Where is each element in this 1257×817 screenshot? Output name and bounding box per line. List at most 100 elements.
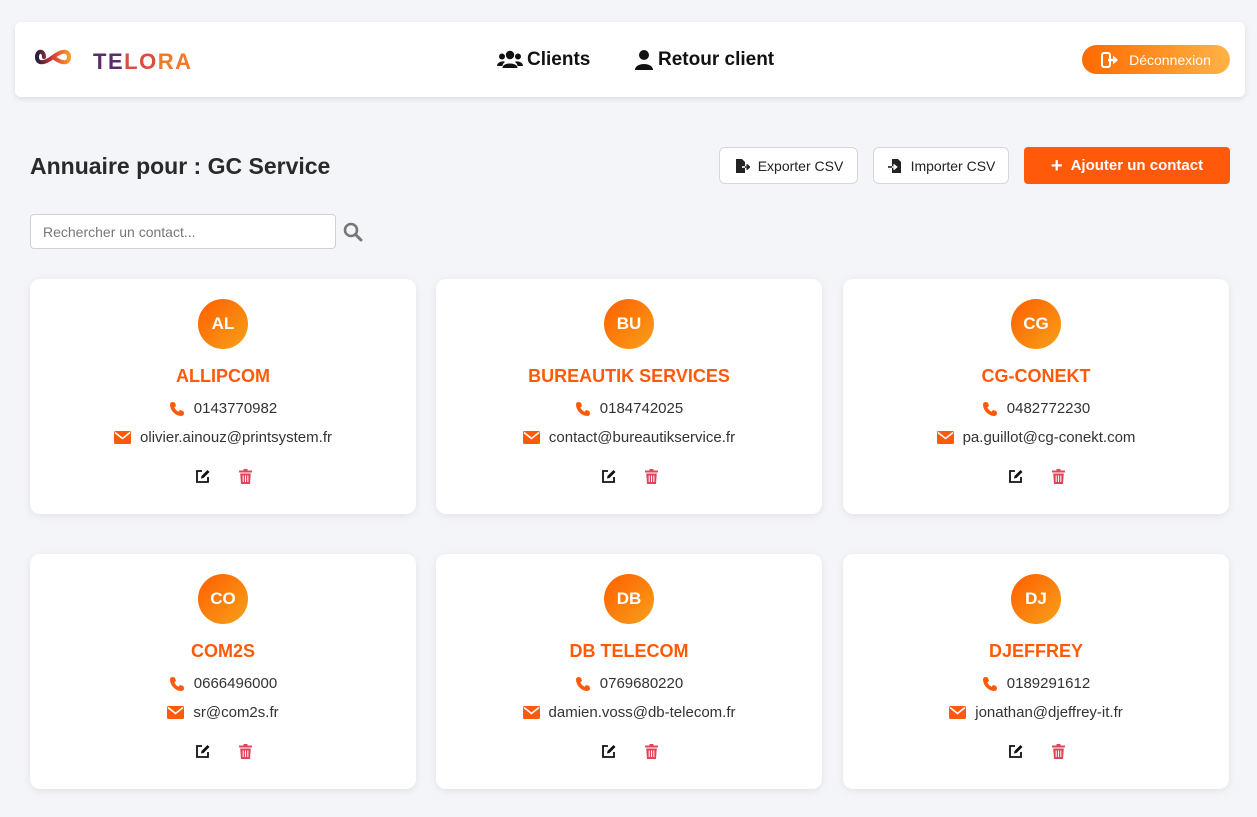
phone-icon (982, 676, 997, 691)
contact-phone-value: 0769680220 (599, 675, 684, 692)
card-actions (436, 469, 822, 484)
contact-phone-value: 0482772230 (1006, 400, 1091, 417)
phone-icon (575, 676, 590, 691)
nav-retour-client-label: Retour client (658, 49, 775, 70)
contact-email: pa.guillot@cg-conekt.com (843, 429, 1229, 446)
contact-phone: 0482772230 (843, 400, 1229, 417)
plus-icon: + (1050, 154, 1063, 177)
contact-name: DB TELECOM (569, 641, 689, 661)
brand-part-2: LO (124, 49, 158, 74)
envelope-icon (949, 706, 967, 719)
brand-name: TELORA (93, 49, 192, 75)
trash-icon[interactable] (644, 744, 658, 759)
brand-part-3: RA (157, 49, 193, 74)
edit-icon[interactable] (601, 469, 616, 484)
avatar-initials: DB (616, 589, 642, 608)
contact-phone: 0189291612 (843, 675, 1229, 692)
edit-icon[interactable] (195, 744, 210, 759)
sign-out-icon (1101, 51, 1119, 68)
envelope-icon (167, 706, 185, 719)
trash-icon[interactable] (238, 744, 252, 759)
edit-icon[interactable] (1008, 469, 1023, 484)
nav-clients-label: Clients (527, 49, 591, 70)
contact-phone-value: 0143770982 (193, 400, 278, 417)
avatar: BU (604, 299, 654, 349)
envelope-icon (114, 431, 132, 444)
avatar: CO (198, 574, 248, 624)
contact-email: olivier.ainouz@printsystem.fr (30, 429, 416, 446)
contact-email-value: jonathan@djeffrey-it.fr (975, 704, 1123, 721)
contact-email: damien.voss@db-telecom.fr (436, 704, 822, 721)
contact-phone-value: 0189291612 (1006, 675, 1091, 692)
edit-icon[interactable] (1008, 744, 1023, 759)
phone-icon (169, 401, 184, 416)
envelope-icon (936, 431, 954, 444)
phone-icon (575, 401, 590, 416)
contact-phone: 0184742025 (436, 400, 822, 417)
avatar-initials: DJ (1025, 589, 1047, 608)
contact-card: BU BUREAUTIK SERVICES 0184742025 contact… (436, 279, 822, 514)
contact-name: CG-CONEKT (981, 366, 1091, 386)
contact-phone: 0769680220 (436, 675, 822, 692)
phone-icon (982, 401, 997, 416)
logout-label: Déconnexion (1129, 51, 1211, 68)
nav-clients[interactable]: Clients (497, 49, 590, 71)
trash-icon[interactable] (1051, 744, 1065, 759)
trash-icon[interactable] (644, 469, 658, 484)
avatar-initials: BU (616, 314, 642, 333)
avatar-initials: AL (211, 314, 235, 333)
contact-email-value: sr@com2s.fr (193, 704, 279, 721)
contact-phone-value: 0184742025 (599, 400, 684, 417)
trash-icon[interactable] (1051, 469, 1065, 484)
top-navbar: TELORA Clients Retour client Déconnexion (15, 22, 1245, 97)
page-title: Annuaire pour : GC Service (30, 153, 331, 179)
user-icon (635, 50, 653, 70)
avatar: AL (198, 299, 248, 349)
contact-phone: 0143770982 (30, 400, 416, 417)
contact-email: jonathan@djeffrey-it.fr (843, 704, 1229, 721)
nav-retour-client[interactable]: Retour client (634, 49, 774, 71)
contact-email: sr@com2s.fr (30, 704, 416, 721)
avatar: DB (604, 574, 654, 624)
contact-name: DJEFFREY (988, 641, 1084, 661)
envelope-icon (522, 706, 540, 719)
avatar-initials: CO (210, 589, 236, 608)
edit-icon[interactable] (195, 469, 210, 484)
contact-card: DJ DJEFFREY 0189291612 jonathan@djeffrey… (843, 554, 1229, 789)
card-actions (843, 469, 1229, 484)
file-export-icon (735, 158, 750, 173)
contact-email: contact@bureautikservice.fr (436, 429, 822, 446)
import-csv-button[interactable]: Importer CSV (873, 147, 1009, 184)
contact-card: CO COM2S 0666496000 sr@com2s.fr (30, 554, 416, 789)
contact-email-value: contact@bureautikservice.fr (548, 429, 736, 446)
avatar: CG (1011, 299, 1061, 349)
trash-icon[interactable] (238, 469, 252, 484)
edit-icon[interactable] (601, 744, 616, 759)
phone-icon (169, 676, 184, 691)
contact-phone-value: 0666496000 (193, 675, 278, 692)
avatar-initials: CG (1023, 314, 1049, 333)
card-actions (30, 469, 416, 484)
search-icon[interactable] (343, 222, 363, 242)
users-icon (497, 50, 523, 68)
add-contact-button[interactable]: + Ajouter un contact (1024, 147, 1230, 184)
contact-email-value: olivier.ainouz@printsystem.fr (140, 429, 332, 446)
contact-email-value: damien.voss@db-telecom.fr (548, 704, 736, 721)
contact-name: ALLIPCOM (176, 366, 270, 386)
contact-card: AL ALLIPCOM 0143770982 olivier.ainouz@pr… (30, 279, 416, 514)
infinity-logo-icon[interactable] (34, 44, 72, 70)
card-actions (843, 744, 1229, 759)
card-actions (436, 744, 822, 759)
brand-part-1: TE (93, 49, 125, 74)
contact-card: DB DB TELECOM 0769680220 damien.voss@db-… (436, 554, 822, 789)
export-csv-button[interactable]: Exporter CSV (719, 147, 858, 184)
contact-email-value: pa.guillot@cg-conekt.com (962, 429, 1136, 446)
contact-card: CG CG-CONEKT 0482772230 pa.guillot@cg-co… (843, 279, 1229, 514)
search-input[interactable] (30, 214, 336, 249)
card-actions (30, 744, 416, 759)
envelope-icon (522, 431, 540, 444)
export-csv-label: Exporter CSV (757, 157, 844, 174)
contact-name: BUREAUTIK SERVICES (528, 366, 730, 386)
add-contact-label: Ajouter un contact (1070, 157, 1204, 174)
logout-button[interactable]: Déconnexion (1082, 45, 1230, 74)
